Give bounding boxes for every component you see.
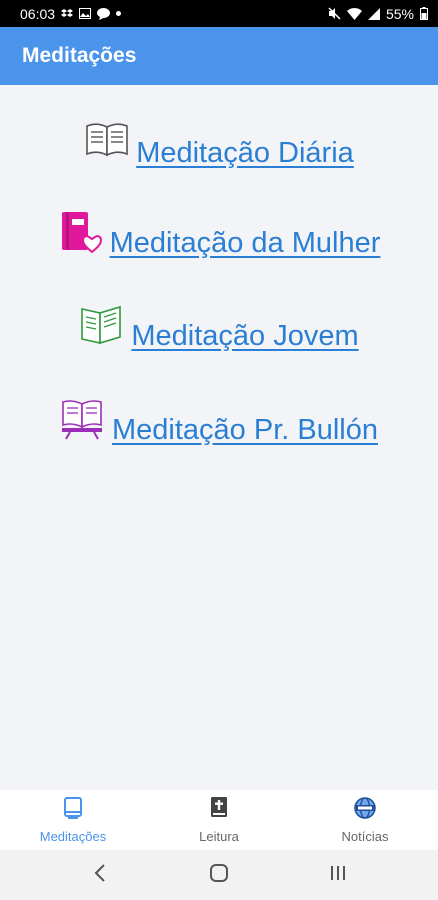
link-row-mulher: Meditação da Mulher xyxy=(0,210,438,260)
link-row-jovem: Meditação Jovem xyxy=(0,303,438,353)
nav-item-noticias[interactable]: Notícias xyxy=(292,790,438,850)
meditacao-diaria-label: Meditação Diária xyxy=(136,137,354,169)
home-square-icon xyxy=(209,863,228,887)
meditacao-jovem-label: Meditação Jovem xyxy=(131,320,359,352)
meditacao-pr-bullon-link[interactable]: Meditação Pr. Bullón xyxy=(60,397,378,447)
battery-percent: 55% xyxy=(385,5,414,22)
nav-label-noticias: Notícias xyxy=(341,828,389,844)
recent-apps-icon xyxy=(330,865,346,886)
link-row-bullon: Meditação Pr. Bullón xyxy=(0,397,438,447)
meditacao-da-mulher-label: Meditação da Mulher xyxy=(109,227,381,259)
meditacao-pr-bullon-label: Meditação Pr. Bullón xyxy=(112,414,378,446)
wifi-icon xyxy=(346,7,362,20)
nav-label-leitura: Leitura xyxy=(199,828,239,844)
status-right: 55% xyxy=(328,6,428,22)
bible-icon xyxy=(209,796,229,824)
status-left: 06:03 xyxy=(20,5,122,22)
meditacao-jovem-link[interactable]: Meditação Jovem xyxy=(79,303,359,353)
pink-book-heart-icon xyxy=(58,210,104,254)
open-book-icon xyxy=(84,120,130,164)
nav-label-meditacoes: Meditações xyxy=(39,828,107,844)
battery-icon xyxy=(420,7,428,20)
recent-apps-button[interactable] xyxy=(318,855,358,895)
dot-icon xyxy=(116,11,122,16)
main-content: Meditação Diária Meditação da Mulher Med… xyxy=(0,85,438,790)
book-icon xyxy=(63,796,83,824)
status-time: 06:03 xyxy=(20,5,56,22)
page-title: Meditações xyxy=(22,44,137,67)
status-bar: 06:03 55% xyxy=(0,0,438,27)
system-navigation-bar xyxy=(0,850,438,900)
chat-icon xyxy=(97,7,111,20)
meditacao-da-mulher-link[interactable]: Meditação da Mulher xyxy=(58,210,381,260)
nav-item-meditacoes[interactable]: Meditações xyxy=(0,790,146,850)
gallery-icon xyxy=(79,8,92,19)
back-button[interactable] xyxy=(80,855,120,895)
globe-icon xyxy=(353,796,377,824)
home-button[interactable] xyxy=(199,855,239,895)
purple-book-stand-icon xyxy=(60,397,106,441)
green-open-book-icon xyxy=(79,303,125,347)
chevron-left-icon xyxy=(94,863,106,887)
link-row-diaria: Meditação Diária xyxy=(0,120,438,170)
app-bar: Meditações xyxy=(0,27,438,85)
nav-item-leitura[interactable]: Leitura xyxy=(146,790,292,850)
mute-icon xyxy=(328,7,341,20)
bottom-navigation: Meditações Leitura Notícias xyxy=(0,790,438,850)
dropbox-icon xyxy=(61,8,74,19)
signal-icon xyxy=(367,7,380,20)
meditacao-diaria-link[interactable]: Meditação Diária xyxy=(84,120,354,170)
